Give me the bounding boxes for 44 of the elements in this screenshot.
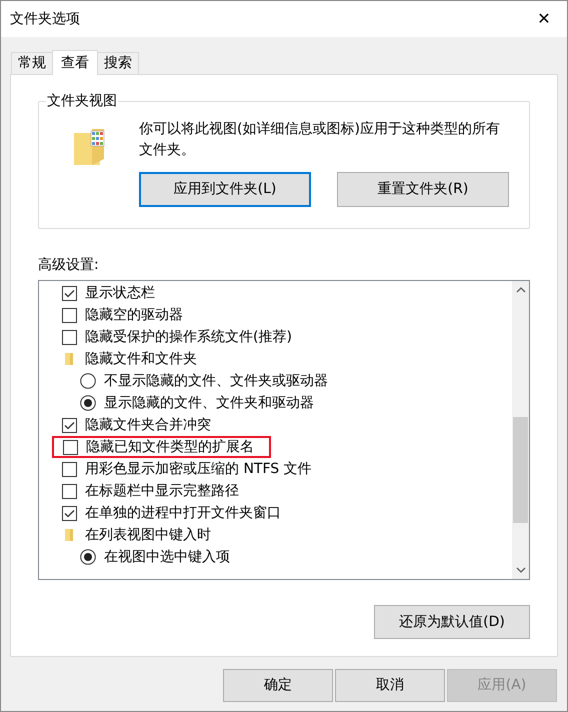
option-label[interactable]: 用彩色显示加密或压缩的 NTFS 文件 bbox=[85, 460, 312, 478]
option-label[interactable]: 不显示隐藏的文件、文件夹或驱动器 bbox=[104, 372, 328, 390]
scrollbar-thumb[interactable] bbox=[513, 417, 528, 523]
radio-button[interactable] bbox=[80, 373, 96, 389]
folder-grid-icon bbox=[72, 129, 106, 165]
window-title: 文件夹选项 bbox=[10, 10, 80, 28]
tab[interactable]: 常规 bbox=[11, 52, 53, 74]
tab[interactable]: 搜索 bbox=[97, 52, 139, 74]
radio-button[interactable] bbox=[80, 549, 96, 565]
section-label: 高级设置: bbox=[38, 256, 99, 274]
checkbox[interactable] bbox=[63, 440, 78, 454]
checkbox[interactable] bbox=[62, 506, 77, 520]
checkbox[interactable] bbox=[62, 462, 77, 476]
option-label[interactable]: 隐藏空的驱动器 bbox=[85, 306, 183, 324]
close-button[interactable]: ✕ bbox=[521, 1, 567, 37]
scrollbar[interactable] bbox=[512, 281, 529, 579]
option-label[interactable]: 在视图中选中键入项 bbox=[104, 548, 230, 566]
option-label[interactable]: 显示隐藏的文件、文件夹和驱动器 bbox=[104, 394, 314, 412]
option-label[interactable]: 隐藏文件夹合并冲突 bbox=[85, 416, 211, 434]
checkbox[interactable] bbox=[62, 484, 77, 498]
tab[interactable]: 查看 bbox=[52, 50, 98, 75]
folder-icon bbox=[64, 352, 74, 366]
option-label[interactable]: 显示状态栏 bbox=[85, 284, 155, 302]
option-label[interactable]: 隐藏受保护的操作系统文件(推荐) bbox=[85, 328, 292, 346]
group-label: 在列表视图中键入时 bbox=[85, 526, 211, 544]
group-label: 隐藏文件和文件夹 bbox=[85, 350, 197, 368]
description-text: 你可以将此视图(如详细信息或图标)应用于这种类型的所有文件夹。 bbox=[139, 120, 501, 160]
folder-view-button[interactable]: 应用到文件夹(L) bbox=[139, 172, 311, 207]
restore-defaults-button[interactable]: 还原为默认值(D) bbox=[374, 605, 530, 639]
option-label[interactable]: 在标题栏中显示完整路径 bbox=[85, 482, 239, 500]
checkbox[interactable] bbox=[62, 418, 77, 432]
option-label[interactable]: 在单独的进程中打开文件夹窗口 bbox=[85, 504, 281, 522]
checkbox[interactable] bbox=[62, 308, 77, 322]
folder-view-button[interactable]: 重置文件夹(R) bbox=[337, 172, 509, 207]
folder-icon bbox=[64, 528, 74, 542]
option-label[interactable]: 隐藏已知文件类型的扩展名 bbox=[86, 438, 254, 456]
dialog-button[interactable]: 取消 bbox=[335, 669, 445, 702]
checkbox[interactable] bbox=[62, 286, 77, 300]
scroll-up-icon[interactable] bbox=[516, 287, 526, 293]
scroll-down-icon[interactable] bbox=[516, 567, 526, 573]
radio-button[interactable] bbox=[80, 395, 96, 411]
checkbox[interactable] bbox=[62, 330, 77, 344]
dialog-button[interactable]: 确定 bbox=[223, 669, 333, 702]
group-title: 文件夹视图 bbox=[46, 92, 118, 110]
